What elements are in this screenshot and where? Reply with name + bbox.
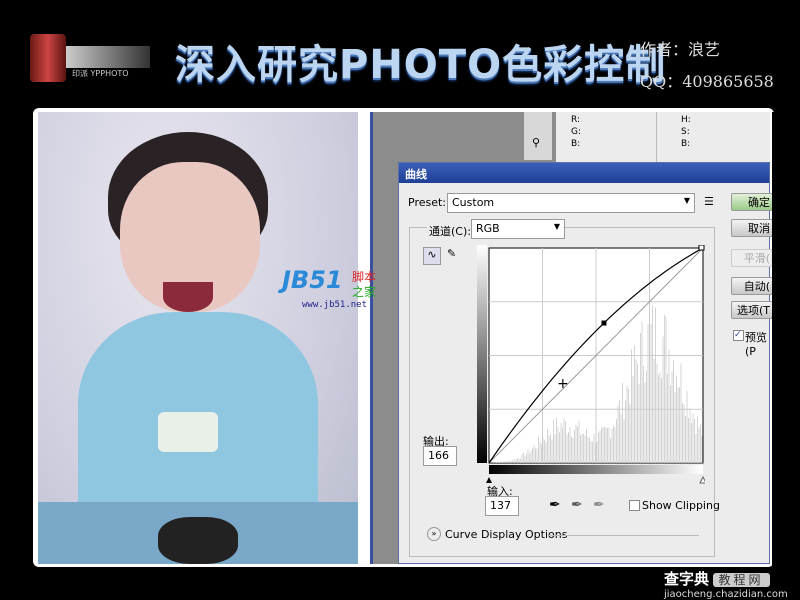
yp-logo: 印派 YPPHOTO [30, 34, 150, 84]
chevron-down-icon: ▼ [683, 196, 690, 205]
info-b2: B: [681, 139, 691, 149]
preview-label: 预览(P [745, 331, 767, 358]
white-point-slider[interactable] [699, 475, 705, 484]
curve-endpoint[interactable] [698, 245, 705, 251]
jb51-url: www.jb51.net [302, 300, 368, 310]
channel-label: 通道(C): [427, 223, 473, 239]
white-eyedropper-icon[interactable]: ✒ [593, 497, 605, 513]
author: 作者：浪艺 [640, 40, 721, 59]
ok-button[interactable]: 确定 [731, 193, 773, 211]
cancel-button[interactable]: 取消 [731, 219, 773, 237]
chevron-down-icon: ▼ [553, 222, 560, 231]
output-gradient [477, 245, 487, 463]
page-title: 深入研究PHOTO色彩控制 [175, 42, 667, 88]
pencil-icon[interactable]: ✎ [447, 247, 456, 260]
info-h: H: [681, 115, 691, 125]
preview-checkbox[interactable]: ✓ [733, 330, 744, 341]
chazidian-cn: 查字典 [664, 570, 710, 588]
chazidian-badge: 教程网 [712, 573, 770, 587]
channel-select[interactable]: RGB ▼ [471, 219, 565, 239]
curve-tool-icon[interactable]: ∿ [423, 247, 441, 265]
info-b: B: [571, 139, 581, 149]
info-panel: R: G: B: H: S: B: [556, 112, 770, 162]
gray-eyedropper-icon[interactable]: ✒ [571, 497, 583, 513]
show-clipping-checkbox[interactable] [629, 500, 640, 511]
info-r: R: [571, 115, 581, 125]
auto-button[interactable]: 自动( [731, 277, 773, 295]
info-s: S: [681, 127, 690, 137]
input-field[interactable]: 137 [485, 496, 519, 516]
info-g: G: [571, 127, 582, 137]
preset-select[interactable]: Custom ▼ [447, 193, 695, 213]
dialog-title[interactable]: 曲线 [399, 163, 769, 183]
curves-graph[interactable]: + [477, 245, 705, 485]
preset-value: Custom [452, 196, 495, 209]
jb51-cn2: 之家 [352, 285, 377, 299]
expand-options-icon[interactable]: » [427, 527, 441, 541]
preset-label: Preset: [408, 196, 447, 209]
chazidian-url: jiaocheng.chazidian.com [664, 589, 788, 600]
chazidian-watermark: 查字典 教程网 jiaocheng.chazidian.com [664, 568, 788, 600]
smooth-button[interactable]: 平滑( [731, 249, 773, 267]
baby-photo [38, 112, 358, 564]
output-field[interactable]: 166 [423, 446, 457, 466]
options-button[interactable]: 选项(T [731, 301, 773, 319]
preset-menu-icon[interactable]: ☰ [704, 195, 714, 208]
logo-text: 印派 YPPHOTO [72, 69, 129, 78]
black-eyedropper-icon[interactable]: ✒ [549, 497, 561, 513]
curves-dialog: 曲线 Preset: Custom ▼ ☰ 通道(C): RGB ▼ ∿ ✎ +… [398, 162, 773, 564]
crosshair-icon: + [557, 376, 569, 392]
tool-icon[interactable]: ⚲ [532, 136, 540, 149]
jb51-logo: JB51 [282, 266, 343, 294]
right-mask [772, 112, 800, 568]
input-gradient [489, 465, 703, 474]
tool-strip: ⚲ [524, 112, 552, 160]
divider [549, 535, 699, 536]
show-clipping-label: Show Clipping [642, 499, 720, 512]
channel-value: RGB [476, 222, 500, 235]
curve-control-point[interactable] [601, 320, 607, 326]
qq: QQ：409865658 [640, 72, 774, 91]
jb51-watermark: JB51 脚本 之家 www.jb51.net [282, 266, 376, 310]
